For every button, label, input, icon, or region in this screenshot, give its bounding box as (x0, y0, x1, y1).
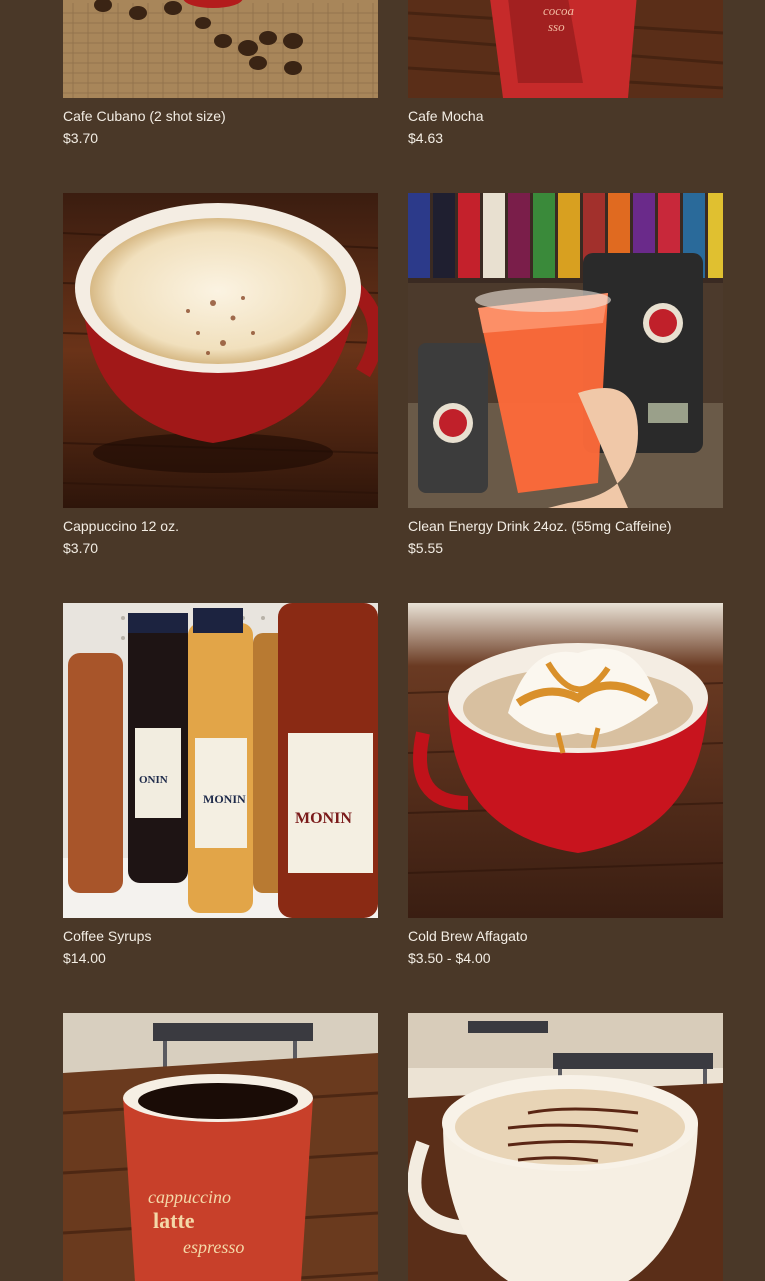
product-name[interactable]: Coffee Syrups (63, 927, 378, 945)
product-price: $3.50 - $4.00 (408, 950, 491, 966)
product-card-latte[interactable] (408, 1013, 723, 1281)
product-image-black-coffee[interactable]: cappuccino latte espresso (63, 1013, 378, 1281)
svg-text:ONIN: ONIN (139, 774, 168, 786)
product-price: $3.70 (63, 130, 99, 146)
product-price: $14.00 (63, 950, 106, 966)
product-card-coffee-syrups[interactable]: MONIN MONIN ONIN Coffee Syrups $14.00 (63, 603, 378, 967)
product-name[interactable]: Cafe Cubano (2 shot size) (63, 107, 378, 125)
product-name[interactable]: Clean Energy Drink 24oz. (55mg Caffeine) (408, 517, 723, 535)
product-card-clean-energy-drink[interactable]: Clean Energy Drink 24oz. (55mg Caffeine)… (408, 193, 723, 557)
product-name[interactable]: Cold Brew Affagato (408, 927, 723, 945)
svg-text:MONIN: MONIN (203, 792, 246, 806)
product-image-cappuccino[interactable] (63, 193, 378, 508)
product-card-cafe-mocha[interactable]: cocoa sso Cafe Mocha $4.63 (408, 0, 723, 147)
product-name[interactable]: Cafe Mocha (408, 107, 723, 125)
product-name[interactable]: Cappuccino 12 oz. (63, 517, 378, 535)
product-image-cafe-cubano[interactable] (63, 0, 378, 98)
product-image-coffee-syrups[interactable]: MONIN MONIN ONIN (63, 603, 378, 918)
product-card-cold-brew-affagato[interactable]: Cold Brew Affagato $3.50 - $4.00 (408, 603, 723, 967)
product-card-black-coffee[interactable]: cappuccino latte espresso (63, 1013, 378, 1281)
product-grid-page: Cafe Cubano (2 shot size) $3.70 cocoa ss… (0, 0, 765, 1281)
svg-text:sso: sso (548, 19, 565, 34)
svg-text:cappuccino: cappuccino (148, 1187, 231, 1207)
product-card-cafe-cubano[interactable]: Cafe Cubano (2 shot size) $3.70 (63, 0, 378, 147)
product-price: $5.55 (408, 540, 444, 556)
svg-text:espresso: espresso (183, 1237, 244, 1257)
product-price: $4.63 (408, 130, 444, 146)
svg-text:latte: latte (153, 1208, 195, 1233)
svg-text:MONIN: MONIN (295, 810, 352, 827)
product-image-latte[interactable] (408, 1013, 723, 1281)
product-image-cafe-mocha[interactable]: cocoa sso (408, 0, 723, 98)
product-price: $3.70 (63, 540, 99, 556)
product-image-clean-energy-drink[interactable] (408, 193, 723, 508)
product-image-cold-brew-affagato[interactable] (408, 603, 723, 918)
svg-text:cocoa: cocoa (543, 3, 575, 18)
product-card-cappuccino[interactable]: Cappuccino 12 oz. $3.70 (63, 193, 378, 557)
